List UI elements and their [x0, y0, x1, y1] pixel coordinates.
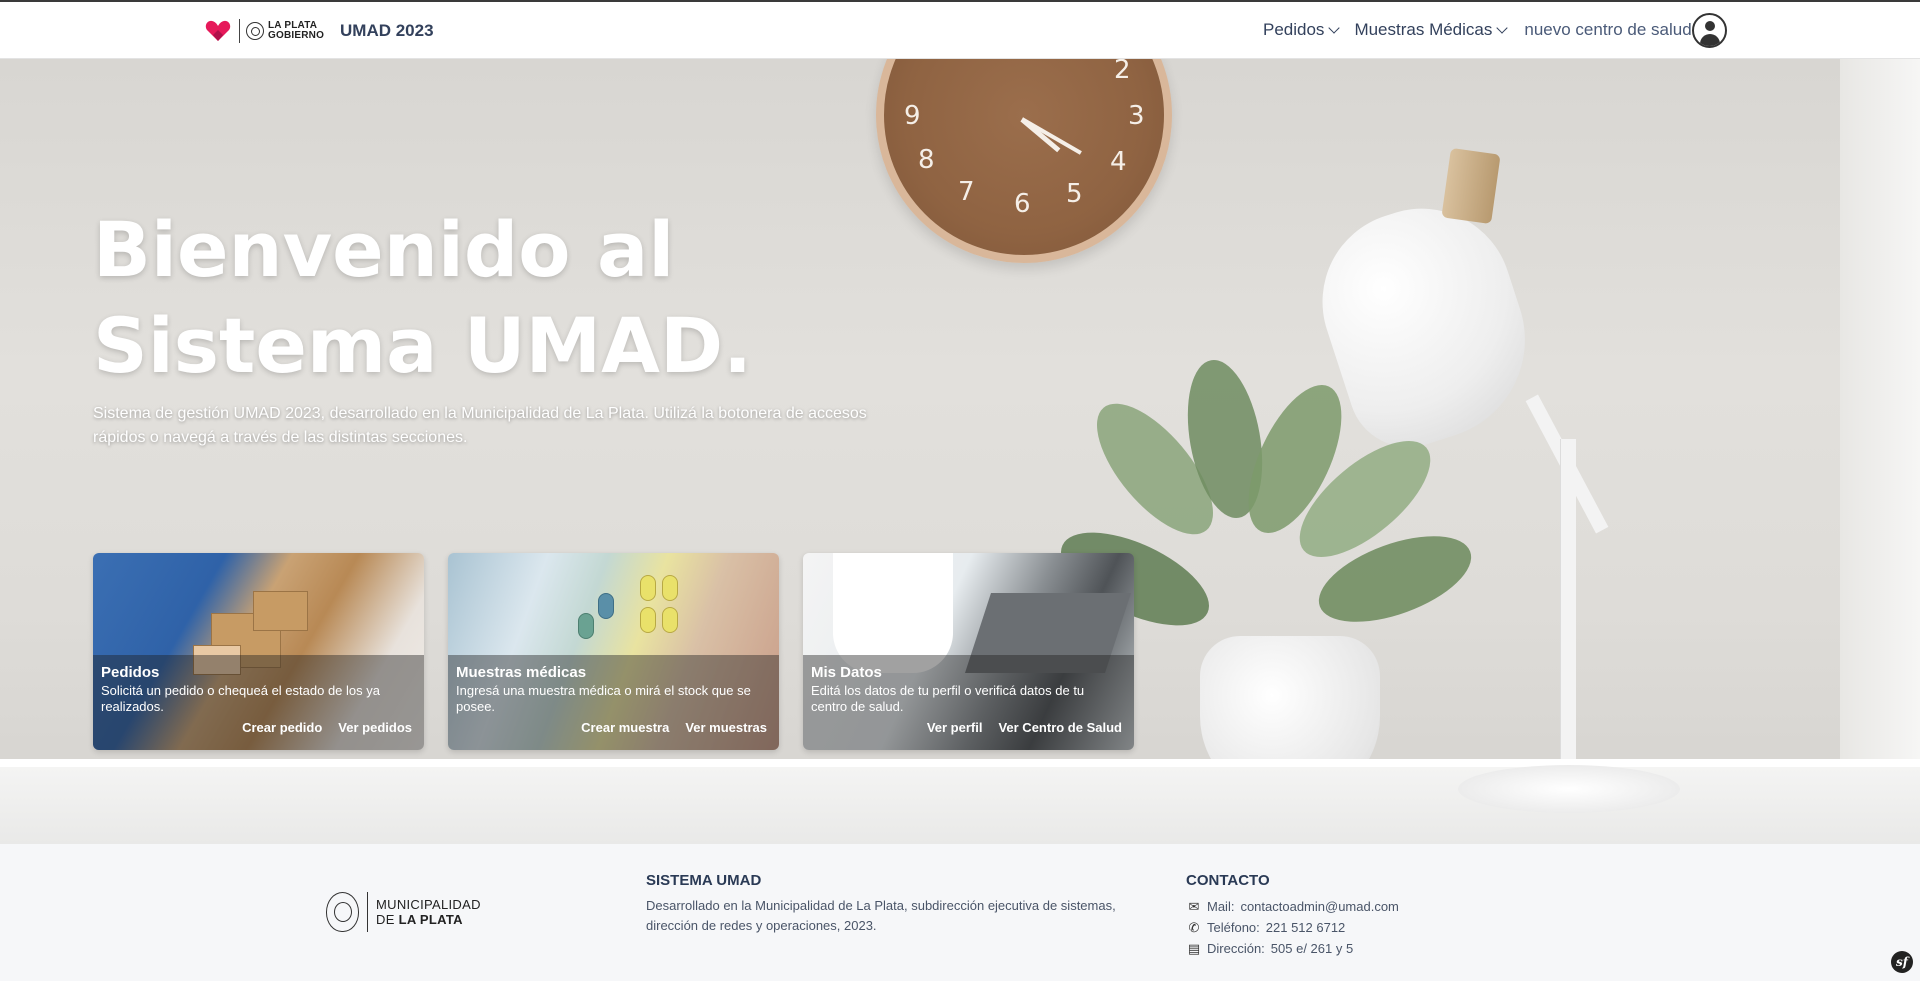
pill-shape [662, 575, 678, 601]
contact-value: 505 e/ 261 y 5 [1270, 941, 1354, 956]
view-health-center-link[interactable]: Ver Centro de Salud [998, 720, 1122, 735]
pill-shape [640, 607, 656, 633]
clock-number: 4 [1110, 147, 1127, 177]
view-orders-link[interactable]: Ver pedidos [338, 720, 412, 735]
chevron-down-icon [1328, 21, 1341, 34]
logo-line-1: MUNICIPALIDAD [376, 897, 481, 912]
clock-number: 2 [1114, 59, 1131, 85]
logo-text: MUNICIPALIDAD DE LA PLATA [376, 897, 481, 927]
clock-number: 5 [1066, 179, 1083, 209]
symfony-toolbar-icon[interactable]: sf [1891, 951, 1913, 973]
wall-background [1840, 59, 1920, 844]
contact-value[interactable]: contactoadmin@umad.com [1240, 899, 1398, 914]
contact-label: Teléfono: [1207, 920, 1260, 935]
card-description: Solicitá un pedido o chequeá el estado d… [101, 683, 380, 714]
clock-number: 9 [904, 101, 921, 131]
chevron-down-icon [1496, 21, 1509, 34]
pill-shape [598, 593, 614, 619]
brand-text: LA PLATA GOBIERNO [268, 21, 324, 41]
clock-number: 8 [918, 145, 935, 175]
heart-logo-icon [205, 19, 231, 43]
contact-list: ✉ Mail: contactoadmin@umad.com ✆ Teléfon… [1186, 896, 1399, 959]
footer: MUNICIPALIDAD DE LA PLATA SISTEMA UMAD D… [0, 844, 1920, 981]
phone-icon: ✆ [1188, 919, 1200, 935]
nav-pedidos-label: Pedidos [1263, 20, 1325, 39]
app-title[interactable]: UMAD 2023 [340, 21, 434, 41]
seal-icon [326, 892, 359, 932]
logo-divider [367, 892, 368, 932]
hero-section: 9 8 7 6 5 4 3 2 Bienvenido al Sistema UM… [0, 59, 1920, 844]
hero-title: Bienvenido al Sistema UMAD. [93, 202, 752, 394]
create-order-link[interactable]: Crear pedido [242, 720, 322, 735]
logo-line-2: DE LA PLATA [376, 912, 481, 927]
pill-shape [640, 575, 656, 601]
nav-links: Pedidos Muestras Médicas nuevo centro de… [1263, 19, 1692, 41]
card-muestras[interactable]: Muestras médicas Ingresá una muestra méd… [448, 553, 779, 750]
card-title: Pedidos [101, 664, 160, 681]
card-actions: Crear pedido Ver pedidos [242, 720, 412, 735]
envelope-icon: ✉ [1188, 898, 1200, 914]
clock-number: 3 [1128, 101, 1145, 131]
hero-title-line-2: Sistema UMAD. [93, 301, 752, 390]
pill-shape [662, 607, 678, 633]
brand-divider [239, 19, 240, 43]
hero-subtitle: Sistema de gestión UMAD 2023, desarrolla… [93, 405, 867, 446]
card-title: Muestras médicas [456, 664, 587, 681]
create-sample-link[interactable]: Crear muestra [581, 720, 669, 735]
box-shape [253, 591, 308, 631]
lamp-cap [1441, 147, 1501, 225]
card-actions: Ver perfil Ver Centro de Salud [927, 720, 1122, 735]
contact-value: 221 512 6712 [1265, 920, 1346, 935]
about-text: Desarrollado en la Municipalidad de La P… [646, 898, 1116, 933]
card-description: Editá los datos de tu perfil o verificá … [811, 683, 1085, 714]
health-center-link[interactable]: nuevo centro de salud [1524, 20, 1691, 40]
clock-number: 7 [958, 177, 975, 207]
contact-mail: ✉ Mail: contactoadmin@umad.com [1186, 896, 1399, 917]
nav-muestras-dropdown[interactable]: Muestras Médicas [1354, 20, 1509, 40]
card-title: Mis Datos [811, 664, 882, 681]
nav-muestras-label: Muestras Médicas [1354, 20, 1493, 39]
logo-line-2b: LA PLATA [398, 912, 463, 927]
view-samples-link[interactable]: Ver muestras [685, 720, 767, 735]
contact-phone: ✆ Teléfono: 221 512 6712 [1186, 917, 1399, 938]
contact-address: ▤ Dirección: 505 e/ 261 y 5 [1186, 938, 1399, 959]
lamp-pole [1560, 439, 1576, 779]
contact-title: CONTACTO [1186, 872, 1270, 889]
card-actions: Crear muestra Ver muestras [581, 720, 767, 735]
user-circle-icon [1705, 21, 1715, 31]
user-body-shape [1700, 34, 1720, 46]
top-navbar: LA PLATA GOBIERNO UMAD 2023 Pedidos Mues… [0, 0, 1920, 59]
card-description: Ingresá una muestra médica o mirá el sto… [456, 683, 751, 714]
map-icon: ▤ [1187, 940, 1201, 956]
logo-line-2a: DE [376, 912, 399, 927]
clock-number: 6 [1014, 189, 1031, 219]
contact-label: Mail: [1207, 899, 1235, 914]
la-plata-logo[interactable]: LA PLATA GOBIERNO [205, 18, 324, 44]
nav-pedidos-dropdown[interactable]: Pedidos [1263, 20, 1341, 40]
lamp-base [1458, 765, 1680, 813]
view-profile-link[interactable]: Ver perfil [927, 720, 983, 735]
brand-line-2: GOBIERNO [268, 30, 325, 41]
hero-title-line-1: Bienvenido al [93, 205, 675, 294]
municipalidad-logo: MUNICIPALIDAD DE LA PLATA [326, 892, 481, 932]
contact-label: Dirección: [1207, 941, 1265, 956]
card-pedidos[interactable]: Pedidos Solicitá un pedido o chequeá el … [93, 553, 424, 750]
about-title: SISTEMA UMAD [646, 872, 762, 889]
pill-shape [578, 613, 594, 639]
seal-icon [246, 22, 264, 40]
wall-clock-image: 9 8 7 6 5 4 3 2 [876, 59, 1172, 263]
user-menu-button[interactable] [1692, 13, 1727, 48]
card-mis-datos[interactable]: Mis Datos Editá los datos de tu perfil o… [803, 553, 1134, 750]
